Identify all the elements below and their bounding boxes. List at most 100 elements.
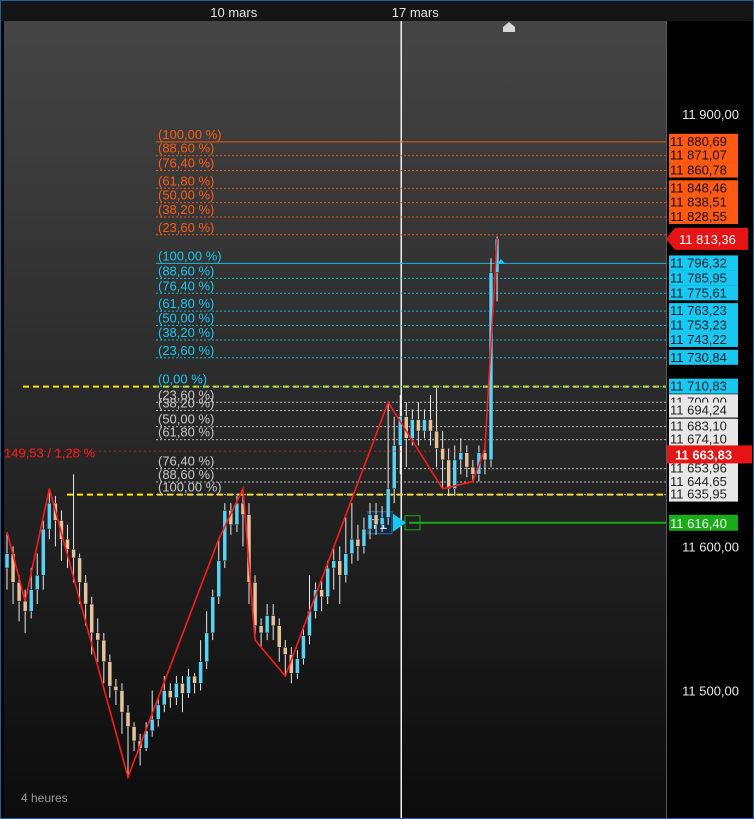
candle-body <box>22 600 28 612</box>
candle-body <box>391 445 397 489</box>
candle-body <box>446 459 451 489</box>
fib-pct-label: (76,40 %) <box>158 156 214 171</box>
candle-body <box>361 528 367 547</box>
fib-pct-label: (61,80 %) <box>158 425 214 440</box>
candle-body <box>410 419 415 439</box>
candle-body <box>452 459 457 489</box>
fib-pct-label: (100,00 %) <box>158 480 222 495</box>
candle-body <box>331 560 336 569</box>
candle-body <box>234 502 240 526</box>
fib-price-tag-text: 11 710,83 <box>670 379 727 394</box>
date-strip <box>1 1 753 21</box>
candle-body <box>89 603 94 634</box>
candle-body <box>428 419 433 432</box>
fib-price-tag-text: 11 860,78 <box>670 163 727 178</box>
fib-price-tag-text: 11 880,69 <box>670 134 727 149</box>
fib-price-tag-text: 11 785,95 <box>670 270 727 285</box>
fib-pct-label: (50,00 %) <box>158 311 214 326</box>
candle-body <box>295 658 300 674</box>
fib-price-tag-text: 11 753,23 <box>670 318 727 333</box>
candle-body <box>337 560 342 576</box>
candle-body <box>47 502 52 530</box>
candlestick-chart[interactable]: 10 mars 17 mars 11 900,00 11 600,00 11 500,0… <box>1 1 753 818</box>
candle-body <box>186 675 191 694</box>
date-label: 17 mars <box>392 5 439 20</box>
candle-body <box>355 538 361 547</box>
fib-pct-label: (88,60 %) <box>158 263 214 278</box>
candle-body <box>349 538 355 554</box>
candle-body <box>107 661 113 687</box>
candle-body <box>113 685 119 691</box>
candle-body <box>204 632 209 662</box>
fib-price-tag-text: 11 796,32 <box>670 255 727 270</box>
candle-body <box>192 675 197 684</box>
plot-area <box>4 21 666 818</box>
fib-price-tag-text: 11 730,84 <box>670 350 727 365</box>
candle-body <box>168 690 173 698</box>
candle-body <box>35 574 40 590</box>
fib-pct-label: (61,80 %) <box>158 173 214 188</box>
candle-body <box>162 690 167 706</box>
fib-price-tag-text: 11 838,51 <box>670 195 727 210</box>
timeframe-label: 4 heures <box>21 791 68 805</box>
candle-body <box>71 549 76 559</box>
fib-pct-label: (38,20 %) <box>158 396 214 411</box>
fib-pct-label: (38,20 %) <box>158 202 214 217</box>
candle-body <box>4 553 10 569</box>
candle-body <box>125 711 131 727</box>
fib-pct-label: (23,60 %) <box>158 343 214 358</box>
price-axis-label: 11 900,00 <box>682 107 739 122</box>
fib-pct-label: (76,40 %) <box>158 278 214 293</box>
fib-pct-label: (50,00 %) <box>158 188 214 203</box>
fib-pct-label: (100,00 %) <box>158 127 222 142</box>
candle-body <box>28 589 34 612</box>
price-axis-label: 11 500,00 <box>682 684 739 699</box>
fib-pct-label: (23,60 %) <box>158 220 214 235</box>
candle-body <box>210 596 215 634</box>
fib-pct-label: (0,00 %) <box>158 372 207 387</box>
candle-body <box>41 528 46 576</box>
last-close-tag-text: 11 663,83 <box>675 447 732 462</box>
candle-body <box>422 419 427 432</box>
candle-body <box>470 466 476 475</box>
fib-pct-label: (38,20 %) <box>158 325 214 340</box>
candle-body <box>156 704 161 720</box>
candle-body <box>119 690 125 713</box>
fib-pct-label: (61,80 %) <box>158 296 214 311</box>
candle-body <box>464 452 470 468</box>
fib-price-tag-text: 11 828,55 <box>670 209 727 224</box>
measure-label: 149,53 / 1,28 % <box>4 445 96 460</box>
candle-body <box>258 625 264 634</box>
candle-body <box>180 683 185 694</box>
fib-price-tag-text: 11 763,23 <box>670 303 727 318</box>
fib-pct-label: (88,60 %) <box>158 141 214 156</box>
date-label: 10 mars <box>210 5 257 20</box>
candle-body <box>434 430 439 449</box>
candle-body <box>301 635 306 660</box>
fib-price-tag-text: 11 743,22 <box>670 332 727 347</box>
candle-body <box>174 683 179 698</box>
price-axis-label: 11 600,00 <box>682 539 739 554</box>
candle-body <box>367 514 373 530</box>
candle-body <box>385 488 391 518</box>
candle-body <box>264 615 270 634</box>
fib-price-tag-text: 11 775,61 <box>670 285 727 300</box>
candle-body <box>149 719 155 732</box>
candle-body <box>277 625 282 648</box>
fib-price-tag-text: 11 635,95 <box>670 487 727 502</box>
fib-pct-label: (100,00 %) <box>158 248 222 263</box>
candle-body <box>270 615 276 626</box>
candle-body <box>131 726 137 742</box>
candle-body <box>440 448 445 461</box>
candle-body <box>319 589 324 598</box>
candle-body <box>83 582 88 605</box>
candle-body <box>379 517 385 526</box>
candle-body <box>325 567 330 598</box>
target-price-tag-text: 11 616,40 <box>670 516 727 531</box>
candle-body <box>283 647 288 655</box>
fib-price-tag-text: 11 694,24 <box>670 403 727 418</box>
fib-price-tag-text: 11 871,07 <box>670 148 727 163</box>
candle-body <box>458 452 463 461</box>
target-badge-text: T1 <box>370 516 388 533</box>
candle-body <box>77 557 82 583</box>
